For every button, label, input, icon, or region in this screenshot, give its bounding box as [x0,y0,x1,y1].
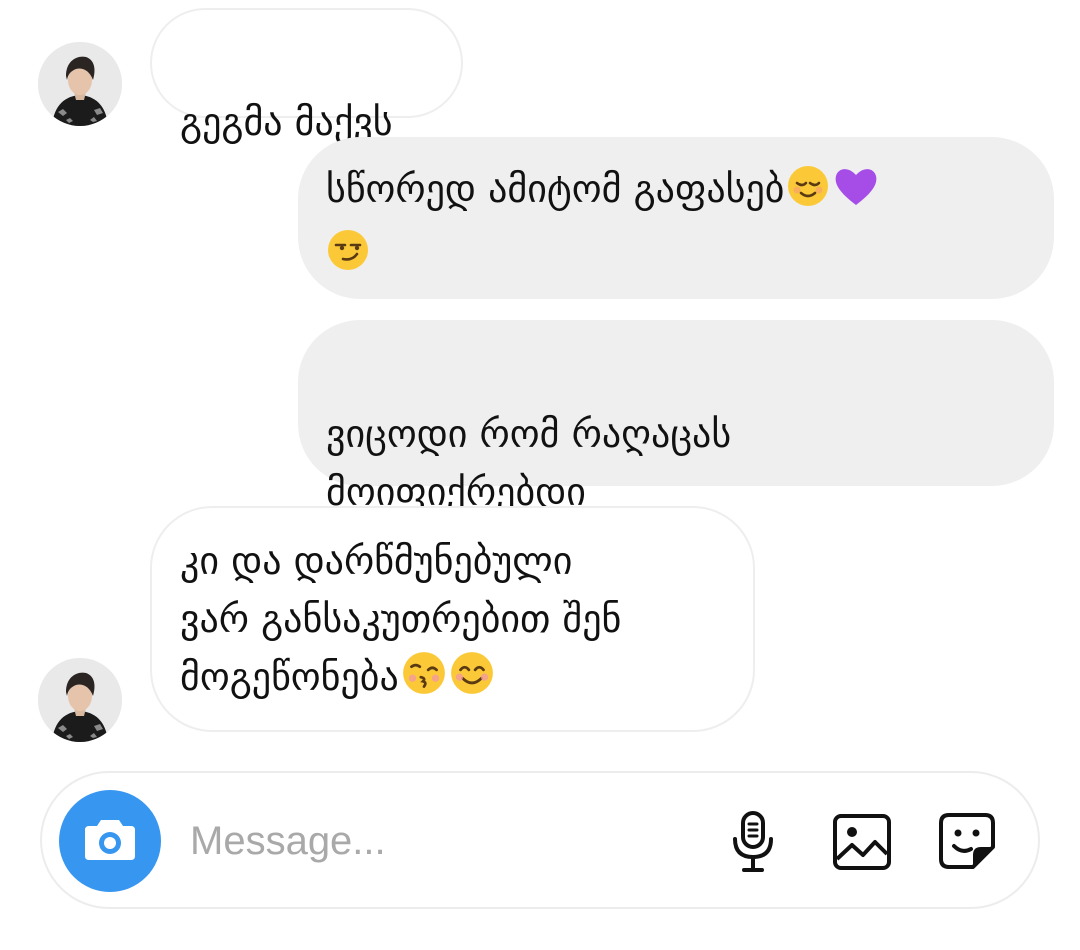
camera-button[interactable] [59,790,161,892]
outgoing-message-bubble[interactable]: ვიცოდი რომ რაღაცას მოიფიქრებდი [298,320,1054,514]
contact-avatar[interactable] [38,42,122,126]
smiling-face-with-smiling-eyes-emoji [449,650,495,712]
microphone-icon[interactable] [720,809,786,875]
message-input[interactable] [190,803,690,879]
incoming-message-bubble[interactable]: გეგმა მაქვს [150,8,463,144]
contact-avatar[interactable] [38,658,122,742]
kissing-face-emoji [401,650,447,712]
camera-icon [82,815,138,867]
purple-heart-emoji [832,164,880,224]
message-composer [40,771,1040,909]
message-text: ვიცოდი რომ რაღაცას მოიფიქრებდი [326,412,732,514]
outgoing-message-bubble[interactable]: სწორედ ამიტომ გაფასებ [298,137,1054,299]
relieved-face-emoji [786,164,830,224]
message-text: სწორედ ამიტომ გაფასებ [326,167,785,211]
incoming-message-bubble[interactable]: კი და დარწმუნებული ვარ განსაკუთრებით შენ… [150,506,755,732]
smirking-face-emoji [326,228,370,288]
image-icon[interactable] [830,809,896,875]
sticker-icon[interactable] [935,809,1001,875]
